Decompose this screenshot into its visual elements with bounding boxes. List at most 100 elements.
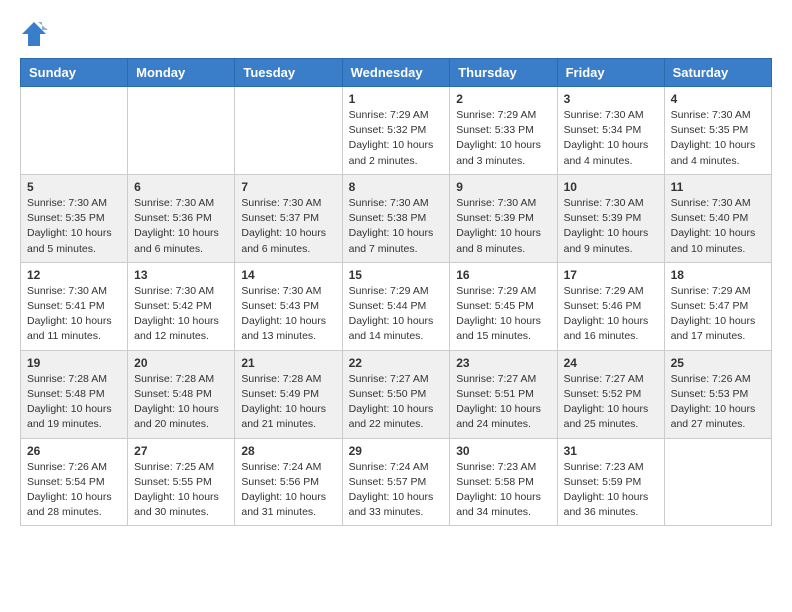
- day-info: Sunrise: 7:23 AM Sunset: 5:58 PM Dayligh…: [456, 460, 550, 521]
- day-number: 16: [456, 268, 550, 282]
- day-number: 1: [349, 92, 444, 106]
- day-info: Sunrise: 7:30 AM Sunset: 5:34 PM Dayligh…: [564, 108, 658, 169]
- day-number: 9: [456, 180, 550, 194]
- day-number: 3: [564, 92, 658, 106]
- calendar-cell: 21 Sunrise: 7:28 AM Sunset: 5:49 PM Dayli…: [235, 350, 342, 438]
- calendar-cell: 31 Sunrise: 7:23 AM Sunset: 5:59 PM Dayli…: [557, 438, 664, 526]
- day-info: Sunrise: 7:27 AM Sunset: 5:52 PM Dayligh…: [564, 372, 658, 433]
- day-number: 12: [27, 268, 121, 282]
- calendar-cell: 10 Sunrise: 7:30 AM Sunset: 5:39 PM Dayli…: [557, 174, 664, 262]
- day-info: Sunrise: 7:30 AM Sunset: 5:36 PM Dayligh…: [134, 196, 228, 257]
- day-info: Sunrise: 7:23 AM Sunset: 5:59 PM Dayligh…: [564, 460, 658, 521]
- page-header: [20, 20, 772, 48]
- day-number: 29: [349, 444, 444, 458]
- calendar-cell: 12 Sunrise: 7:30 AM Sunset: 5:41 PM Dayli…: [21, 262, 128, 350]
- day-info: Sunrise: 7:25 AM Sunset: 5:55 PM Dayligh…: [134, 460, 228, 521]
- day-number: 4: [671, 92, 765, 106]
- calendar-cell: [21, 87, 128, 175]
- calendar-cell: 9 Sunrise: 7:30 AM Sunset: 5:39 PM Daylig…: [450, 174, 557, 262]
- day-number: 30: [456, 444, 550, 458]
- day-number: 21: [241, 356, 335, 370]
- day-number: 31: [564, 444, 658, 458]
- weekday-header-row: SundayMondayTuesdayWednesdayThursdayFrid…: [21, 59, 772, 87]
- day-number: 19: [27, 356, 121, 370]
- weekday-header-saturday: Saturday: [664, 59, 771, 87]
- day-info: Sunrise: 7:28 AM Sunset: 5:49 PM Dayligh…: [241, 372, 335, 433]
- day-info: Sunrise: 7:30 AM Sunset: 5:41 PM Dayligh…: [27, 284, 121, 345]
- calendar-cell: 20Sunrise: 7:28 AM Sunset: 5:48 PM Dayli…: [128, 350, 235, 438]
- day-number: 22: [349, 356, 444, 370]
- weekday-header-friday: Friday: [557, 59, 664, 87]
- day-number: 2: [456, 92, 550, 106]
- day-number: 24: [564, 356, 658, 370]
- day-number: 8: [349, 180, 444, 194]
- calendar-body: 1 Sunrise: 7:29 AM Sunset: 5:32 PM Daylig…: [21, 87, 772, 526]
- calendar-cell: 14Sunrise: 7:30 AM Sunset: 5:43 PM Dayli…: [235, 262, 342, 350]
- day-number: 26: [27, 444, 121, 458]
- calendar-cell: 5Sunrise: 7:30 AM Sunset: 5:35 PM Daylig…: [21, 174, 128, 262]
- day-number: 27: [134, 444, 228, 458]
- logo-icon: [20, 20, 48, 48]
- day-info: Sunrise: 7:29 AM Sunset: 5:46 PM Dayligh…: [564, 284, 658, 345]
- calendar-cell: [235, 87, 342, 175]
- day-info: Sunrise: 7:30 AM Sunset: 5:38 PM Dayligh…: [349, 196, 444, 257]
- day-number: 15: [349, 268, 444, 282]
- calendar-cell: 30 Sunrise: 7:23 AM Sunset: 5:58 PM Dayli…: [450, 438, 557, 526]
- calendar-cell: 15 Sunrise: 7:29 AM Sunset: 5:44 PM Dayli…: [342, 262, 450, 350]
- calendar-cell: 11 Sunrise: 7:30 AM Sunset: 5:40 PM Dayli…: [664, 174, 771, 262]
- calendar-cell: 27 Sunrise: 7:25 AM Sunset: 5:55 PM Dayli…: [128, 438, 235, 526]
- day-info: Sunrise: 7:29 AM Sunset: 5:44 PM Dayligh…: [349, 284, 444, 345]
- calendar-cell: 6 Sunrise: 7:30 AM Sunset: 5:36 PM Daylig…: [128, 174, 235, 262]
- day-info: Sunrise: 7:29 AM Sunset: 5:47 PM Dayligh…: [671, 284, 765, 345]
- day-number: 10: [564, 180, 658, 194]
- calendar-cell: 28 Sunrise: 7:24 AM Sunset: 5:56 PM Dayli…: [235, 438, 342, 526]
- day-number: 25: [671, 356, 765, 370]
- day-info: Sunrise: 7:30 AM Sunset: 5:42 PM Dayligh…: [134, 284, 228, 345]
- calendar-cell: 17 Sunrise: 7:29 AM Sunset: 5:46 PM Dayli…: [557, 262, 664, 350]
- calendar-cell: [128, 87, 235, 175]
- day-info: Sunrise: 7:30 AM Sunset: 5:39 PM Dayligh…: [456, 196, 550, 257]
- day-info: Sunrise: 7:30 AM Sunset: 5:40 PM Dayligh…: [671, 196, 765, 257]
- week-row-3: 19 Sunrise: 7:28 AM Sunset: 5:48 PM Dayli…: [21, 350, 772, 438]
- day-info: Sunrise: 7:28 AM Sunset: 5:48 PM Dayligh…: [27, 372, 121, 433]
- day-info: Sunrise: 7:24 AM Sunset: 5:56 PM Dayligh…: [241, 460, 335, 521]
- weekday-header-sunday: Sunday: [21, 59, 128, 87]
- calendar-cell: 13 Sunrise: 7:30 AM Sunset: 5:42 PM Dayli…: [128, 262, 235, 350]
- day-number: 7: [241, 180, 335, 194]
- calendar-cell: 2 Sunrise: 7:29 AM Sunset: 5:33 PM Daylig…: [450, 87, 557, 175]
- day-info: Sunrise: 7:27 AM Sunset: 5:51 PM Dayligh…: [456, 372, 550, 433]
- weekday-header-wednesday: Wednesday: [342, 59, 450, 87]
- weekday-header-monday: Monday: [128, 59, 235, 87]
- calendar-cell: [664, 438, 771, 526]
- day-number: 6: [134, 180, 228, 194]
- day-number: 28: [241, 444, 335, 458]
- calendar-cell: 25 Sunrise: 7:26 AM Sunset: 5:53 PM Dayli…: [664, 350, 771, 438]
- week-row-2: 12 Sunrise: 7:30 AM Sunset: 5:41 PM Dayli…: [21, 262, 772, 350]
- week-row-4: 26 Sunrise: 7:26 AM Sunset: 5:54 PM Dayli…: [21, 438, 772, 526]
- day-number: 18: [671, 268, 765, 282]
- calendar-cell: 19 Sunrise: 7:28 AM Sunset: 5:48 PM Dayli…: [21, 350, 128, 438]
- calendar-cell: 16Sunrise: 7:29 AM Sunset: 5:45 PM Dayli…: [450, 262, 557, 350]
- day-info: Sunrise: 7:26 AM Sunset: 5:54 PM Dayligh…: [27, 460, 121, 521]
- calendar-cell: 18 Sunrise: 7:29 AM Sunset: 5:47 PM Dayli…: [664, 262, 771, 350]
- calendar-cell: 1 Sunrise: 7:29 AM Sunset: 5:32 PM Daylig…: [342, 87, 450, 175]
- day-info: Sunrise: 7:26 AM Sunset: 5:53 PM Dayligh…: [671, 372, 765, 433]
- day-number: 5: [27, 180, 121, 194]
- weekday-header-thursday: Thursday: [450, 59, 557, 87]
- day-info: Sunrise: 7:30 AM Sunset: 5:37 PM Dayligh…: [241, 196, 335, 257]
- day-info: Sunrise: 7:28 AM Sunset: 5:48 PM Dayligh…: [134, 372, 228, 433]
- day-number: 17: [564, 268, 658, 282]
- day-info: Sunrise: 7:29 AM Sunset: 5:32 PM Dayligh…: [349, 108, 444, 169]
- day-number: 11: [671, 180, 765, 194]
- day-number: 13: [134, 268, 228, 282]
- calendar-cell: 26 Sunrise: 7:26 AM Sunset: 5:54 PM Dayli…: [21, 438, 128, 526]
- calendar-cell: 3 Sunrise: 7:30 AM Sunset: 5:34 PM Daylig…: [557, 87, 664, 175]
- day-info: Sunrise: 7:30 AM Sunset: 5:43 PM Dayligh…: [241, 284, 335, 345]
- calendar-cell: 4Sunrise: 7:30 AM Sunset: 5:35 PM Daylig…: [664, 87, 771, 175]
- logo: [20, 20, 52, 48]
- calendar-cell: 24 Sunrise: 7:27 AM Sunset: 5:52 PM Dayli…: [557, 350, 664, 438]
- day-number: 23: [456, 356, 550, 370]
- weekday-header-tuesday: Tuesday: [235, 59, 342, 87]
- day-info: Sunrise: 7:30 AM Sunset: 5:39 PM Dayligh…: [564, 196, 658, 257]
- day-info: Sunrise: 7:29 AM Sunset: 5:33 PM Dayligh…: [456, 108, 550, 169]
